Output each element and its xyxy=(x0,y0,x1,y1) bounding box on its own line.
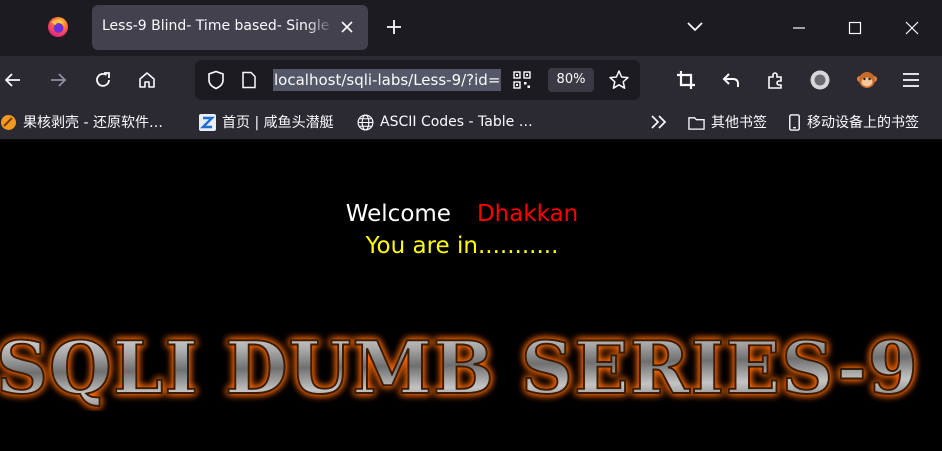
circle-extension-button[interactable] xyxy=(809,69,831,91)
active-tab[interactable]: Less-9 Blind- Time based- Single Quotes-… xyxy=(92,5,368,50)
undo-arrow-icon xyxy=(722,73,739,87)
forward-button[interactable] xyxy=(47,69,69,91)
gray-circle-icon xyxy=(810,70,830,90)
screenshot-button[interactable] xyxy=(675,69,697,91)
close-icon xyxy=(905,21,919,35)
url-input[interactable]: localhost/sqli-labs/Less-9/?id=1 xyxy=(273,69,501,91)
web-page-content: Welcome Dhakkan You are in........... SQL… xyxy=(0,141,942,451)
firefox-logo-icon[interactable] xyxy=(47,16,69,38)
bookmark-item-guohe[interactable]: 果核剥壳 - 还原软件… xyxy=(0,112,163,132)
tab-strip: Less-9 Blind- Time based- Single Quotes-… xyxy=(0,0,942,56)
home-button[interactable] xyxy=(136,69,158,91)
bookmark-label: 果核剥壳 - 还原软件… xyxy=(23,115,163,131)
bookmarks-toolbar: 果核剥壳 - 还原软件… 首页 | 咸鱼头潜艇 ASCII Codes - Ta… xyxy=(0,104,942,140)
mobile-phone-icon xyxy=(789,113,800,131)
mobile-bookmarks-folder[interactable]: 移动设备上的书签 xyxy=(788,112,919,132)
welcome-line: Welcome Dhakkan xyxy=(0,201,924,227)
profile-avatar-button[interactable] xyxy=(856,69,878,91)
bookmark-item-ascii[interactable]: ASCII Codes - Table … xyxy=(357,112,533,132)
reload-icon xyxy=(96,72,110,87)
crop-icon xyxy=(677,71,695,89)
other-bookmarks-folder[interactable]: 其他书签 xyxy=(688,112,767,132)
minimize-button[interactable] xyxy=(784,13,814,43)
orange-circle-icon xyxy=(1,114,16,130)
puzzle-piece-icon xyxy=(768,72,782,89)
bookmark-item-xianyu[interactable]: 首页 | 咸鱼头潜艇 xyxy=(199,112,334,132)
username-text: Dhakkan xyxy=(476,201,579,227)
bookmark-star-icon[interactable] xyxy=(608,69,630,91)
more-bookmarks-button[interactable] xyxy=(650,112,668,132)
new-tab-icon[interactable] xyxy=(384,17,404,37)
zoom-level-button[interactable]: 80% xyxy=(548,68,594,92)
extensions-button[interactable] xyxy=(765,69,787,91)
folder-icon xyxy=(688,116,705,130)
page-icon[interactable] xyxy=(241,71,257,89)
maximize-button[interactable] xyxy=(840,13,870,43)
home-icon xyxy=(139,72,155,88)
qr-code-icon[interactable] xyxy=(513,71,531,89)
welcome-text: Welcome xyxy=(345,201,451,227)
sqli-dumb-series-banner-image: SQLI DUMB SERIES-9 xyxy=(0,324,919,411)
back-arrow-icon xyxy=(4,73,20,87)
monkey-avatar-icon xyxy=(857,72,877,88)
bookmark-label: 首页 | 咸鱼头潜艇 xyxy=(222,115,334,131)
hamburger-menu-icon xyxy=(903,73,919,87)
login-status-text: You are in........... xyxy=(365,233,559,259)
shield-icon[interactable] xyxy=(207,70,225,90)
maximize-icon xyxy=(848,21,862,35)
address-bar[interactable]: localhost/sqli-labs/Less-9/?id=1 80% xyxy=(195,60,640,100)
double-chevron-right-icon xyxy=(651,115,667,129)
minimize-icon xyxy=(793,27,805,29)
reload-button[interactable] xyxy=(92,69,114,91)
back-button[interactable] xyxy=(2,69,24,91)
tab-title: Less-9 Blind- Time based- Single Quotes-… xyxy=(102,18,334,34)
undo-button[interactable] xyxy=(720,69,742,91)
close-tab-icon[interactable] xyxy=(340,20,354,34)
z-logo-icon xyxy=(199,113,216,131)
chevron-down-icon[interactable] xyxy=(686,19,704,35)
bookmark-label: ASCII Codes - Table … xyxy=(380,114,533,130)
app-menu-button[interactable] xyxy=(900,69,922,91)
forward-arrow-icon xyxy=(51,73,67,87)
close-window-button[interactable] xyxy=(897,13,927,43)
other-bookmarks-label: 其他书签 xyxy=(711,115,767,131)
globe-icon xyxy=(357,114,374,130)
banner-text: SQLI DUMB SERIES-9 xyxy=(0,325,919,410)
mobile-bookmarks-label: 移动设备上的书签 xyxy=(807,115,919,131)
navigation-toolbar: localhost/sqli-labs/Less-9/?id=1 80% xyxy=(0,56,942,104)
